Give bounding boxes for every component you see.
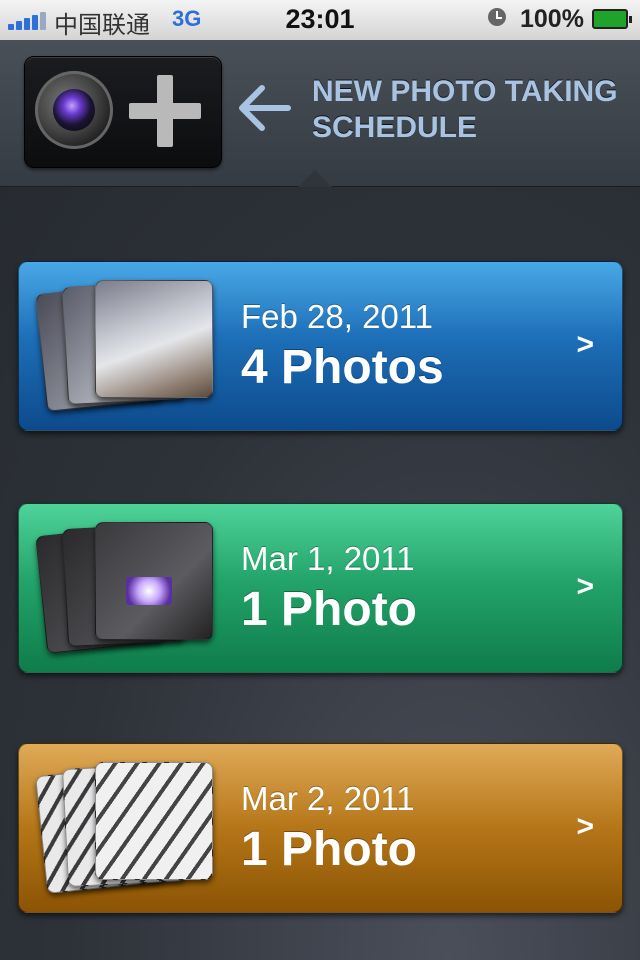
header: NEW PHOTO TAKING SCHEDULE [0, 40, 640, 187]
chevron-right-icon: > [576, 810, 594, 843]
schedule-date: Feb 28, 2011 [241, 298, 434, 335]
photo-count: 1 Photo [241, 583, 417, 636]
arrow-left-icon [239, 85, 291, 131]
alarm-clock-icon [488, 8, 506, 26]
title-line-2: SCHEDULE [312, 111, 478, 144]
plus-icon [129, 75, 201, 147]
photo-stack-thumbnail [35, 276, 221, 414]
photo-count: 4 Photos [241, 341, 444, 394]
new-schedule-button[interactable] [24, 56, 222, 168]
chevron-right-icon: > [576, 570, 594, 603]
schedule-date: Mar 1, 2011 [241, 540, 415, 577]
photo-stack-thumbnail [35, 758, 221, 896]
battery-charging-icon [592, 9, 632, 29]
page-title: NEW PHOTO TAKING SCHEDULE [312, 74, 632, 146]
schedule-list: Feb 28, 2011 4 Photos > Mar 1, 2011 1 Ph… [0, 187, 640, 960]
schedule-card[interactable]: Mar 1, 2011 1 Photo > [18, 503, 623, 673]
chevron-right-icon: > [576, 328, 594, 361]
schedule-card[interactable]: Feb 28, 2011 4 Photos > [18, 261, 623, 431]
schedule-date: Mar 2, 2011 [241, 780, 415, 817]
title-line-1: NEW PHOTO TAKING [312, 75, 618, 108]
photo-count: 1 Photo [241, 823, 417, 876]
header-pointer [298, 170, 332, 187]
camera-icon [35, 71, 113, 149]
schedule-card[interactable]: Mar 2, 2011 1 Photo > [18, 743, 623, 913]
photo-stack-thumbnail [35, 518, 221, 656]
battery-percentage: 100% [520, 5, 584, 33]
status-bar: 中国联通 3G 23:01 100% [0, 0, 640, 41]
